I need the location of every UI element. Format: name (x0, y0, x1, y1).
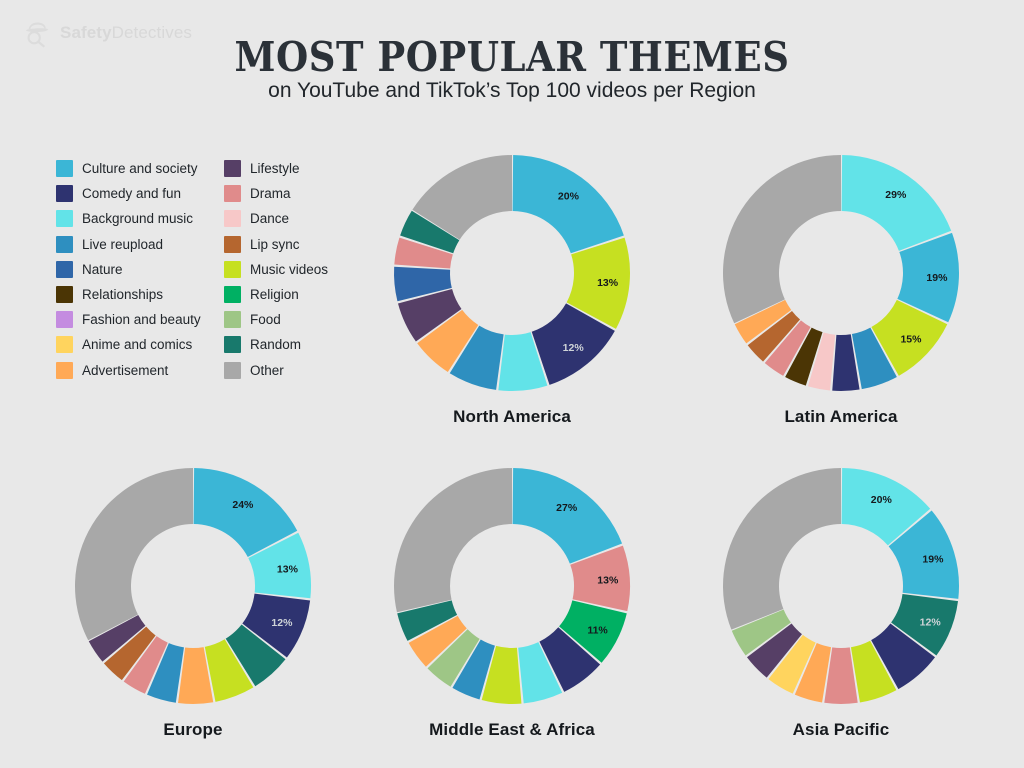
page-title: Most Popular Themes (234, 32, 790, 82)
slice-value-label: 19% (926, 272, 948, 284)
legend-item-label: Anime and comics (82, 337, 193, 353)
donut-svg: 24% 13% 12% (74, 468, 311, 704)
donut-svg: 29% 19% 15% (723, 155, 959, 391)
legend-item[interactable]: Culture and society (56, 156, 224, 181)
slice-value-label: 13% (277, 564, 299, 576)
donut-chart: 24% 13% 12% (68, 461, 318, 711)
legend-swatch (224, 260, 241, 278)
legend-item[interactable]: Relationships (56, 282, 224, 307)
donut-chart: 20% 13% 12% (387, 148, 637, 398)
legend-swatch (56, 286, 73, 304)
donut-chart: 29% 19% 15% (716, 148, 966, 398)
legend-item-label: Live reupload (82, 236, 164, 252)
donut-slice[interactable] (394, 468, 512, 613)
slice-value-label: 15% (900, 334, 922, 346)
legend-item-label: Nature (82, 261, 123, 277)
chart-title: Middle East & Africa (429, 720, 595, 739)
legend-swatch (56, 311, 73, 329)
legend-item-label: Drama (250, 186, 291, 202)
legend-item-label: Lip sync (250, 236, 300, 252)
legend-item[interactable]: Background music (56, 206, 224, 231)
donut-slice[interactable] (74, 468, 193, 641)
chart-title: Europe (163, 720, 223, 739)
slice-value-label: 13% (597, 575, 619, 587)
legend-item-label: Background music (82, 211, 194, 227)
legend-item[interactable]: Live reupload (56, 232, 224, 257)
slice-value-label: 24% (232, 499, 254, 511)
legend-swatch (224, 361, 241, 379)
chart-title: Asia Pacific (792, 720, 890, 739)
legend-item-label: Lifestyle (250, 161, 300, 177)
donut-chart: 27% 13% 11% (387, 461, 637, 711)
legend: Culture and society Comedy and fun Backgro… (56, 156, 392, 383)
slice-value-label: 29% (885, 189, 907, 201)
legend-swatch (224, 235, 241, 253)
chart-europe: 24% 13% 12% Europe (43, 461, 343, 740)
legend-item-label: Food (250, 312, 281, 328)
legend-swatch (56, 160, 73, 178)
donut-chart: 20% 19% 12% (716, 461, 966, 711)
legend-swatch (56, 235, 73, 253)
legend-swatch (224, 210, 241, 228)
slice-value-label: 11% (587, 625, 608, 637)
chart-north-america: 20% 13% 12% North America (362, 148, 662, 427)
chart-latin-america: 29% 19% 15% Latin America (691, 148, 991, 427)
legend-swatch (56, 210, 73, 228)
donut-slice[interactable] (841, 155, 952, 251)
slice-value-label: 12% (563, 342, 585, 354)
legend-swatch (56, 336, 73, 354)
legend-item-label: Relationships (82, 287, 164, 303)
legend-swatch (224, 160, 241, 178)
chart-asia-pacific: 20% 19% 12% Asia Pacific (691, 461, 991, 740)
legend-item-label: Fashion and beauty (82, 312, 201, 328)
legend-item-label: Random (250, 337, 302, 353)
page-subtitle: on YouTube and TikTok’s Top 100 videos p… (268, 79, 756, 102)
legend-swatch (56, 260, 73, 278)
legend-item[interactable]: Comedy and fun (56, 181, 224, 206)
donut-svg: 27% 13% 11% (394, 468, 630, 704)
slice-value-label: 19% (922, 553, 944, 565)
legend-swatch (56, 185, 73, 203)
slice-value-label: 12% (920, 617, 942, 629)
legend-item-label: Comedy and fun (82, 186, 182, 202)
slice-value-label: 12% (271, 617, 293, 629)
chart-title: Latin America (784, 407, 898, 426)
legend-swatch (224, 286, 241, 304)
legend-item[interactable]: Fashion and beauty (56, 307, 224, 332)
legend-item-label: Music videos (250, 261, 329, 277)
legend-item-label: Religion (250, 287, 299, 303)
legend-item[interactable]: Anime and comics (56, 332, 224, 357)
legend-item-label: Other (250, 362, 284, 378)
slice-value-label: 20% (871, 494, 893, 506)
legend-swatch (224, 336, 241, 354)
legend-item[interactable]: Advertisement (56, 358, 224, 383)
donut-svg: 20% 19% 12% (723, 468, 959, 704)
legend-item-label: Dance (250, 211, 290, 227)
donut-slice[interactable] (723, 155, 841, 324)
slice-value-label: 20% (558, 190, 580, 202)
legend-swatch (56, 361, 73, 379)
chart-middle-east-africa: 27% 13% 11% Middle East & Africa (362, 461, 662, 740)
infographic-page: SafetyDetectives Most Popular Themes on … (0, 0, 1024, 768)
legend-item-label: Advertisement (82, 362, 169, 378)
donut-slice[interactable] (512, 155, 624, 254)
slice-value-label: 13% (597, 277, 619, 289)
legend-item-label: Culture and society (82, 161, 198, 177)
donut-slice[interactable] (512, 468, 623, 564)
legend-item[interactable]: Nature (56, 257, 224, 282)
legend-swatch (224, 185, 241, 203)
slice-value-label: 27% (556, 502, 578, 514)
legend-swatch (224, 311, 241, 329)
donut-slice[interactable] (723, 468, 841, 630)
chart-title: North America (453, 407, 571, 426)
donut-svg: 20% 13% 12% (394, 155, 630, 391)
